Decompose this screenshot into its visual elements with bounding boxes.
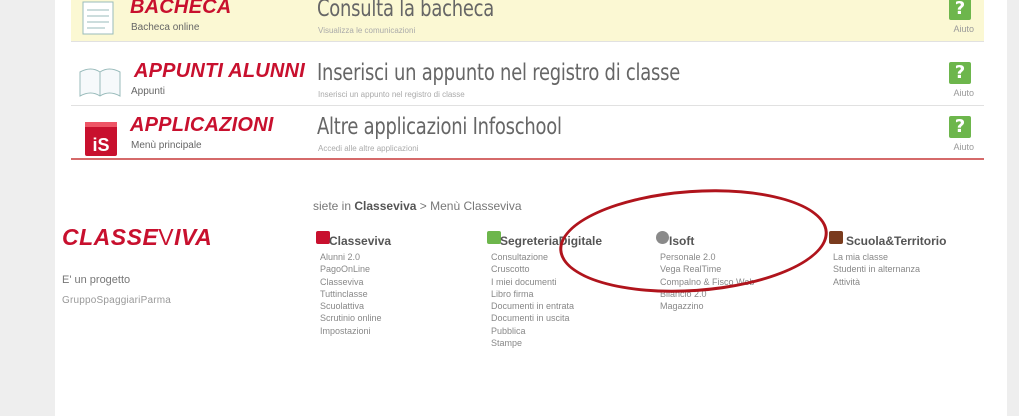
column-heading[interactable]: Classeviva bbox=[316, 231, 391, 251]
footer-column-classeviva: Classeviva Alunni 2.0 PagoOnLine Classev… bbox=[316, 231, 391, 337]
column-heading[interactable]: Scuola&Territorio bbox=[829, 231, 946, 251]
row-subtitle: Appunti bbox=[131, 86, 165, 97]
list-item[interactable]: Documenti in uscita bbox=[491, 312, 574, 324]
link-list: Alunni 2.0 PagoOnLine Classeviva Tuttinc… bbox=[316, 251, 382, 337]
list-item[interactable]: Classeviva bbox=[320, 276, 382, 288]
help-icon[interactable]: ? bbox=[949, 62, 971, 84]
list-item[interactable]: La mia classe bbox=[833, 251, 920, 263]
link-list: La mia classe Studenti in alternanza Att… bbox=[829, 251, 920, 288]
row-description: Accedi alle altre applicazioni bbox=[318, 144, 419, 153]
classeviva-icon bbox=[316, 231, 330, 244]
link-list: Consultazione Cruscotto I miei documenti… bbox=[487, 251, 574, 349]
list-item[interactable]: Impostazioni bbox=[320, 325, 382, 337]
row-description: Visualizza le comunicazioni bbox=[318, 26, 416, 35]
help-label[interactable]: Aiuto bbox=[953, 24, 974, 34]
segreteria-icon bbox=[487, 231, 501, 244]
list-item[interactable]: Tuttinclasse bbox=[320, 288, 382, 300]
open-book-icon bbox=[79, 68, 121, 97]
menu-row-bacheca[interactable]: BACHECA Bacheca online Consulta la bache… bbox=[71, 0, 984, 42]
classeviva-logo: CLASSEVIVA bbox=[62, 224, 213, 250]
list-item[interactable]: Documenti in entrata bbox=[491, 300, 574, 312]
breadcrumb-separator: > bbox=[419, 199, 427, 213]
notebook-icon bbox=[82, 1, 114, 35]
help-label[interactable]: Aiuto bbox=[953, 142, 974, 152]
row-subtitle: Bacheca online bbox=[131, 22, 200, 33]
list-item[interactable]: Pubblica bbox=[491, 325, 574, 337]
list-item[interactable]: Studenti in alternanza bbox=[833, 263, 920, 275]
company-name[interactable]: GruppoSpaggiariParma bbox=[62, 295, 171, 306]
list-item[interactable]: Scrutinio online bbox=[320, 312, 382, 324]
infoschool-is-icon: iS bbox=[85, 122, 117, 156]
help-label[interactable]: Aiuto bbox=[953, 88, 974, 98]
list-item[interactable]: I miei documenti bbox=[491, 276, 574, 288]
row-title[interactable]: BACHECA bbox=[130, 0, 231, 19]
breadcrumb-prefix: siete in bbox=[313, 199, 352, 213]
breadcrumb-current[interactable]: Classeviva bbox=[354, 199, 416, 213]
list-item[interactable]: Cruscotto bbox=[491, 263, 574, 275]
menu-row-appunti-alunni[interactable]: APPUNTI ALUNNI Appunti Inserisci un appu… bbox=[71, 58, 984, 106]
list-item[interactable]: PagoOnLine bbox=[320, 263, 382, 275]
row-title[interactable]: APPUNTI ALUNNI bbox=[134, 60, 305, 83]
row-title[interactable]: APPLICAZIONI bbox=[130, 114, 274, 137]
svg-text:iS: iS bbox=[92, 135, 109, 155]
breadcrumb-page: Menù Classeviva bbox=[430, 199, 522, 213]
help-icon[interactable]: ? bbox=[949, 116, 971, 138]
breadcrumb: siete in Classeviva > Menù Classeviva bbox=[313, 199, 522, 213]
row-heading[interactable]: Inserisci un appunto nel registro di cla… bbox=[317, 60, 680, 86]
project-text: E' un progetto bbox=[62, 274, 131, 286]
help-icon[interactable]: ? bbox=[949, 0, 971, 20]
list-item[interactable]: Libro firma bbox=[491, 288, 574, 300]
list-item[interactable]: Alunni 2.0 bbox=[320, 251, 382, 263]
row-heading[interactable]: Consulta la bacheca bbox=[317, 0, 494, 22]
list-item[interactable]: Stampe bbox=[491, 337, 574, 349]
footer-column-scuola-territorio: Scuola&Territorio La mia classe Studenti… bbox=[829, 231, 946, 288]
row-subtitle: Menù principale bbox=[131, 140, 202, 151]
scuola-territorio-icon bbox=[829, 231, 843, 244]
list-item[interactable]: Attività bbox=[833, 276, 920, 288]
row-heading[interactable]: Altre applicazioni Infoschool bbox=[317, 114, 562, 140]
row-description: Inserisci un appunto nel registro di cla… bbox=[318, 90, 465, 99]
list-item[interactable]: Magazzino bbox=[660, 300, 754, 312]
menu-row-applicazioni[interactable]: iS APPLICAZIONI Menù principale Altre ap… bbox=[71, 112, 984, 160]
list-item[interactable]: Scuolattiva bbox=[320, 300, 382, 312]
